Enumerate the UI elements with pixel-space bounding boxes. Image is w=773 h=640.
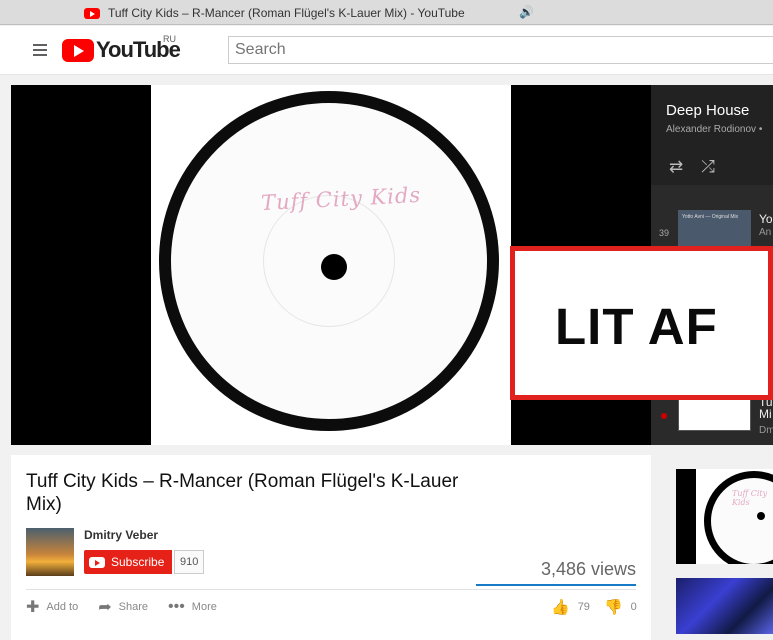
- playlist-item-title: Yo: [759, 212, 773, 226]
- browser-tab[interactable]: Tuff City Kids – R-Mancer (Roman Flügel'…: [84, 3, 465, 23]
- thumbs-down-icon[interactable]: 👎: [604, 598, 623, 616]
- playlist-item-thumbnail: Yotto Avni — Original Mix: [678, 210, 751, 248]
- share-button[interactable]: ➦ Share: [98, 597, 148, 617]
- video-title: Tuff City Kids – R-Mancer (Roman Flügel'…: [26, 471, 459, 515]
- thumbnail-stamp: Tuff City Kids: [732, 489, 768, 507]
- playlist-title[interactable]: Deep House: [666, 102, 749, 119]
- more-label: More: [191, 601, 217, 613]
- related-video-thumbnail[interactable]: [676, 578, 773, 634]
- youtube-play-icon: [89, 556, 105, 568]
- masthead: YouTube RU: [0, 26, 773, 75]
- like-ratio-bar: [476, 584, 636, 586]
- lit-af-overlay: LIT AF: [510, 246, 773, 400]
- youtube-play-icon: [62, 38, 94, 62]
- dislike-count: 0: [630, 601, 637, 613]
- thumbnail-bar: [676, 469, 696, 564]
- thumbnail-spindle-hole: [757, 512, 765, 520]
- view-count: 3,486 views: [540, 559, 636, 579]
- playlist-item-title-line2: Mi: [759, 407, 772, 421]
- shuffle-icon[interactable]: ⤮: [701, 157, 715, 177]
- playlist-owner[interactable]: Alexander Rodionov •: [666, 124, 762, 135]
- add-to-button[interactable]: ✚ Add to: [26, 597, 78, 617]
- like-count: 79: [577, 601, 590, 613]
- subscribe-label: Subscribe: [111, 555, 165, 569]
- like-ratio-fill: [476, 584, 636, 586]
- rating-bar: 👍 79 👎 0: [551, 597, 637, 617]
- playlist-item-index: 39: [659, 228, 670, 238]
- subscriber-count: 910: [174, 550, 205, 574]
- region-code: RU: [163, 34, 176, 44]
- share-label: Share: [118, 601, 148, 613]
- action-bar: ✚ Add to ➦ Share ••• More: [26, 597, 237, 617]
- menu-icon[interactable]: [33, 44, 47, 56]
- channel-name[interactable]: Dmitry Veber: [84, 528, 158, 542]
- share-arrow-icon: ➦: [98, 599, 112, 616]
- video-artwork: Tuff City Kids: [151, 85, 511, 445]
- thumbs-up-icon[interactable]: 👍: [551, 598, 570, 616]
- browser-tab-bar: Tuff City Kids – R-Mancer (Roman Flügel'…: [0, 0, 773, 25]
- youtube-logo[interactable]: YouTube RU: [62, 34, 181, 62]
- playlist-header: Deep House Alexander Rodionov • ⇄ ⤮: [651, 85, 773, 185]
- related-video-thumbnail[interactable]: Tuff City Kids: [676, 469, 773, 564]
- video-info-panel: Tuff City Kids – R-Mancer (Roman Flügel'…: [11, 455, 651, 640]
- overlay-text: LIT AF: [555, 298, 718, 355]
- playlist-item-channel: Dm: [759, 425, 773, 436]
- playlist-item-channel: An: [759, 227, 772, 238]
- thumbnail-caption: Yotto Avni — Original Mix: [682, 214, 739, 220]
- channel-avatar[interactable]: [26, 528, 74, 576]
- browser-tab-title: Tuff City Kids – R-Mancer (Roman Flügel'…: [108, 6, 465, 20]
- plus-icon: ✚: [26, 599, 40, 616]
- now-playing-icon: [661, 413, 667, 419]
- record-spindle-hole: [321, 254, 347, 280]
- search-input[interactable]: [228, 36, 773, 64]
- speaker-icon[interactable]: 🔊: [519, 5, 534, 19]
- playlist-controls: ⇄ ⤮: [669, 157, 715, 177]
- record-stamp: Tuff City Kids: [260, 182, 422, 216]
- more-button[interactable]: ••• More: [168, 598, 217, 616]
- add-to-label: Add to: [46, 601, 79, 613]
- loop-icon[interactable]: ⇄: [669, 157, 683, 177]
- youtube-favicon-icon: [84, 7, 100, 19]
- more-dots-icon: •••: [167, 598, 185, 615]
- vinyl-record: Tuff City Kids: [159, 91, 499, 431]
- subscribe-button[interactable]: Subscribe: [84, 550, 173, 574]
- divider: [26, 589, 636, 590]
